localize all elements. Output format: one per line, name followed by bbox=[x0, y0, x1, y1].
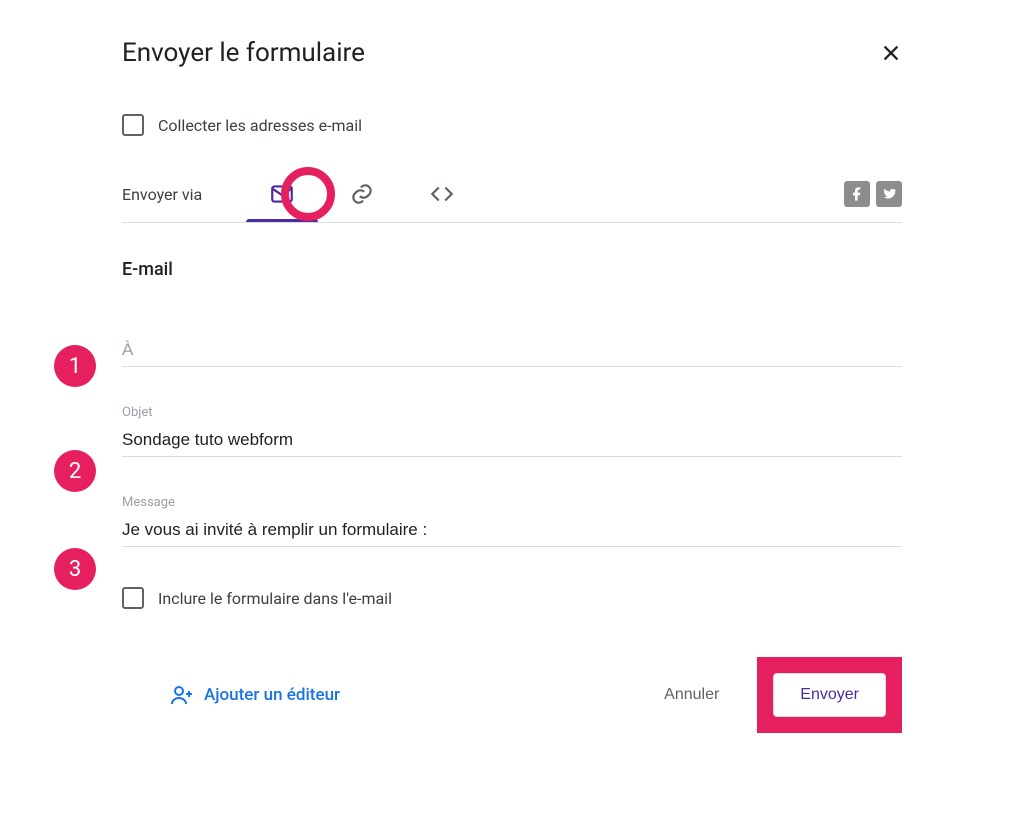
facebook-icon bbox=[849, 186, 865, 202]
collect-emails-label: Collecter les adresses e-mail bbox=[158, 116, 362, 135]
add-editor-label: Ajouter un éditeur bbox=[204, 685, 340, 705]
embed-icon bbox=[429, 181, 455, 207]
message-label: Message bbox=[122, 495, 902, 510]
tab-embed[interactable] bbox=[402, 166, 482, 222]
dialog-title: Envoyer le formulaire bbox=[122, 38, 365, 68]
add-editor-button[interactable]: Ajouter un éditeur bbox=[170, 683, 340, 707]
link-icon bbox=[349, 181, 375, 207]
send-via-tabs: Envoyer via bbox=[122, 166, 902, 223]
close-icon bbox=[880, 42, 902, 64]
message-input[interactable] bbox=[122, 514, 902, 547]
to-input[interactable] bbox=[122, 334, 902, 367]
subject-label: Objet bbox=[122, 405, 902, 420]
subject-input[interactable] bbox=[122, 424, 902, 457]
mail-icon bbox=[269, 181, 295, 207]
tab-link[interactable] bbox=[322, 166, 402, 222]
annotation-badge-3: 3 bbox=[54, 548, 96, 590]
field-subject: Objet bbox=[122, 405, 902, 457]
send-form-dialog: Envoyer le formulaire Collecter les adre… bbox=[122, 38, 902, 733]
share-twitter-button[interactable] bbox=[876, 181, 902, 207]
send-button[interactable]: Envoyer bbox=[773, 673, 886, 717]
collect-emails-checkbox[interactable] bbox=[122, 114, 144, 136]
annotation-highlight-send: Envoyer bbox=[757, 657, 902, 733]
field-to bbox=[122, 334, 902, 367]
annotation-badge-2: 2 bbox=[54, 450, 96, 492]
cancel-button[interactable]: Annuler bbox=[656, 676, 727, 714]
twitter-icon bbox=[881, 186, 897, 202]
include-form-checkbox[interactable] bbox=[122, 587, 144, 609]
tab-email[interactable] bbox=[242, 166, 322, 222]
field-message: Message bbox=[122, 495, 902, 547]
close-button[interactable] bbox=[880, 42, 902, 64]
person-add-icon bbox=[170, 683, 194, 707]
send-via-label: Envoyer via bbox=[122, 185, 242, 204]
email-section-title: E-mail bbox=[122, 259, 902, 280]
share-facebook-button[interactable] bbox=[844, 181, 870, 207]
annotation-badge-1: 1 bbox=[54, 345, 96, 387]
include-form-label: Inclure le formulaire dans l'e-mail bbox=[158, 589, 392, 608]
